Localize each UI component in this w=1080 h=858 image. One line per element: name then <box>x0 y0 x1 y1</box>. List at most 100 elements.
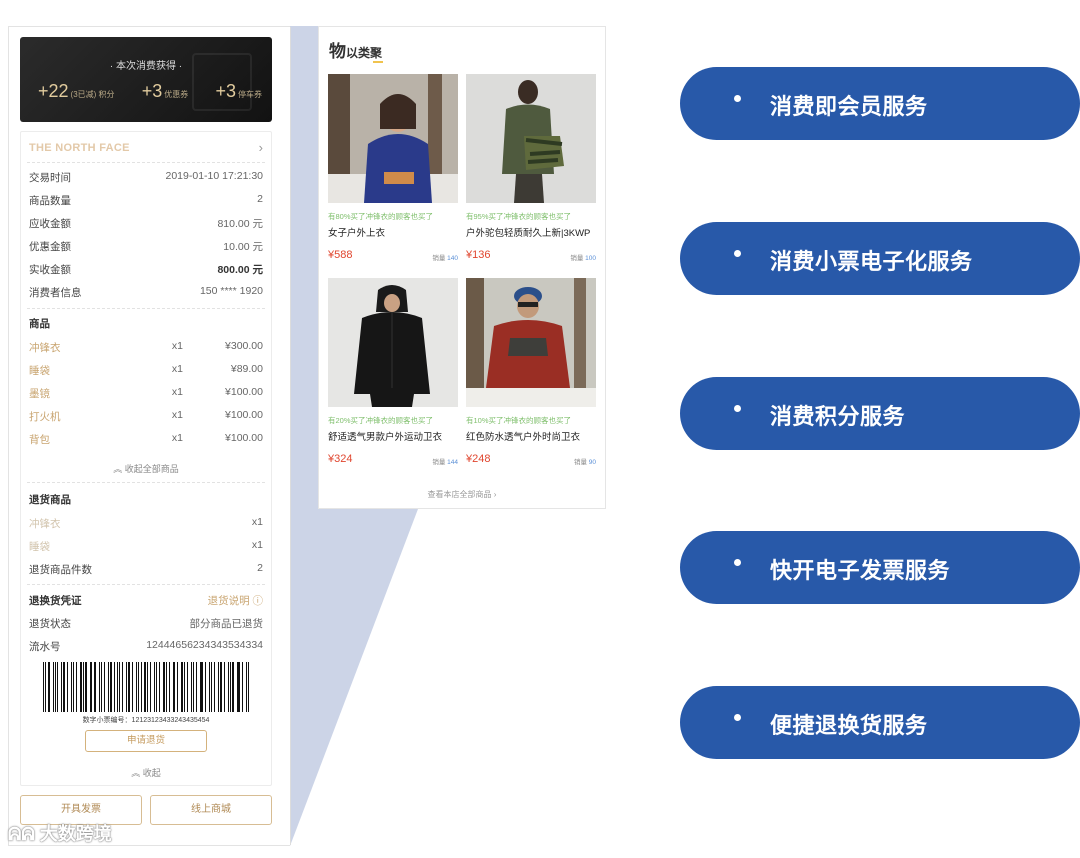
coupon-stat: +3 优惠券 <box>141 81 189 101</box>
apply-return-button[interactable]: 申请退货 <box>85 730 207 752</box>
divider <box>27 308 265 309</box>
barcode-bar <box>211 662 212 712</box>
goods-section-title: 商品 <box>29 318 50 330</box>
barcode-bar <box>122 662 124 712</box>
barcode-number: 数字小票编号：12123123433243435454 <box>82 717 210 724</box>
barcode-bar <box>219 662 222 712</box>
reward-banner: · 本次消费获得 · +22 (3已减) 积分 +3 优惠券 +3 停车券 <box>20 37 272 122</box>
divider <box>27 162 265 163</box>
product-card[interactable]: 有10%买了冲锋衣的顾客也买了 红色防水透气户外时尚卫衣 ¥248 销量 90 <box>466 278 596 466</box>
barcode-bar <box>127 662 130 712</box>
return-row: 冲锋衣 x1 <box>29 516 263 530</box>
barcode-bar <box>245 662 247 712</box>
barcode-bar <box>140 662 142 712</box>
product-image[interactable] <box>466 74 596 203</box>
barcode-bar <box>57 662 59 712</box>
barcode-bar <box>168 662 170 712</box>
service-pill-e-invoice: 快开电子发票服务 <box>680 531 1080 604</box>
info-row: 优惠金额 10.00 元 <box>29 241 263 253</box>
collapse-link[interactable]: ︽ 收起 <box>21 766 271 779</box>
bullet-icon <box>734 559 741 566</box>
barcode-bar <box>205 662 207 712</box>
product-image[interactable] <box>466 278 596 407</box>
barcode-bar <box>177 662 179 712</box>
barcode-bar <box>242 662 243 712</box>
goods-row: 打火机 x1 ¥100.00 <box>29 409 263 423</box>
bullet-icon <box>734 714 741 721</box>
barcode-bar <box>174 662 176 712</box>
barcode-bar <box>181 662 184 712</box>
barcode-bar <box>191 662 192 712</box>
barcode-bar <box>91 662 93 712</box>
divider <box>27 482 265 483</box>
info-row: 消费者信息 150 **** 1920 <box>29 285 263 299</box>
barcode-bar <box>67 662 69 712</box>
barcode-bar <box>131 662 133 712</box>
product-card[interactable]: 有80%买了冲锋衣的顾客也买了 女子户外上衣 ¥588 销量 140 <box>328 74 458 262</box>
product-card[interactable]: 有95%买了冲锋衣的顾客也买了 户外驼包轻质耐久上新|3KWP ¥136 销量 1… <box>466 74 596 262</box>
barcode-bar <box>82 662 84 712</box>
see-all-products-link[interactable]: 查看本店全部商品 › <box>319 489 605 500</box>
receipt-phone-screen: · 本次消费获得 · +22 (3已减) 积分 +3 优惠券 +3 停车券 THE N… <box>8 26 291 846</box>
barcode-bar <box>113 662 115 712</box>
online-mall-button[interactable]: 线上商城 <box>150 795 272 825</box>
barcode-bar <box>117 662 119 712</box>
return-status-row: 退货状态 部分商品已退货 <box>29 618 263 630</box>
receipt-card: THE NORTH FACE › 交易时间 2019-01-10 17:21:30… <box>20 131 272 786</box>
service-pill-e-receipt: 消费小票电子化服务 <box>680 222 1080 295</box>
goods-row: 冲锋衣 x1 ¥300.00 <box>29 340 263 354</box>
barcode-bar <box>217 662 219 712</box>
barcode-bar <box>103 662 106 712</box>
barcode-bar <box>214 662 215 712</box>
product-image[interactable] <box>328 74 458 203</box>
return-help-link[interactable]: 退货说明 ⓘ <box>208 593 263 608</box>
barcode-bar <box>247 662 249 712</box>
barcode-bar <box>209 662 211 712</box>
barcode-bar <box>108 662 109 712</box>
barcode-bar <box>172 662 174 712</box>
barcode-bar <box>45 662 46 712</box>
product-image[interactable] <box>328 278 458 407</box>
barcode-bar <box>43 662 45 712</box>
barcode-bar <box>79 662 82 712</box>
collapse-all-goods-link[interactable]: ︽ 收起全部商品 <box>21 462 271 475</box>
serial-row: 流水号 12444656234343534334 <box>29 639 263 653</box>
barcode-bar <box>144 662 147 712</box>
brand-name[interactable]: THE NORTH FACE <box>29 142 130 154</box>
barcode-bar <box>192 662 194 712</box>
parking-stat: +3 停车券 <box>215 81 262 101</box>
barcode-bar <box>71 662 72 712</box>
product-recommendation-panel: 物以类聚 有80%买了冲锋衣的顾客也买了 女子户外上衣 ¥588销量 140 <box>318 26 606 509</box>
barcode-bar <box>162 662 165 712</box>
info-row: 应收金额 810.00 元 <box>29 218 263 230</box>
service-pill-returns: 便捷退换货服务 <box>680 686 1080 759</box>
barcode-bar <box>100 662 102 712</box>
return-count-row: 退货商品件数 2 <box>29 562 263 576</box>
goods-row: 睡袋 x1 ¥89.00 <box>29 363 263 377</box>
panel-title: 物以类聚 <box>329 42 383 63</box>
chevron-right-icon[interactable]: › <box>259 140 263 155</box>
divider <box>27 584 265 585</box>
barcode-bar <box>229 662 231 712</box>
barcode-bar <box>72 662 74 712</box>
bullet-icon <box>734 405 741 412</box>
product-card[interactable]: 有20%买了冲锋衣的顾客也买了 舒适透气男款户外运动卫衣 ¥324 销量 144 <box>328 278 458 466</box>
goods-row: 背包 x1 ¥100.00 <box>29 432 263 446</box>
barcode-bar <box>195 662 197 712</box>
barcode-bar <box>135 662 137 712</box>
barcode-bar <box>61 662 63 712</box>
barcode-bar <box>232 662 234 712</box>
barcode-bar <box>109 662 112 712</box>
barcode-bar <box>147 662 149 712</box>
barcode-bar <box>186 662 189 712</box>
info-row: 交易时间 2019-01-10 17:21:30 <box>29 170 263 184</box>
bullet-icon <box>734 95 741 102</box>
barcode-bar <box>54 662 56 712</box>
barcode-bar <box>52 662 54 712</box>
barcode-bar <box>236 662 238 712</box>
return-section-title: 退货商品 <box>29 494 71 506</box>
barcode-bar <box>99 662 100 712</box>
service-pill-member: 消费即会员服务 <box>680 67 1080 140</box>
barcode-bar <box>126 662 127 712</box>
info-row: 实收金额 800.00 元 <box>29 264 263 276</box>
